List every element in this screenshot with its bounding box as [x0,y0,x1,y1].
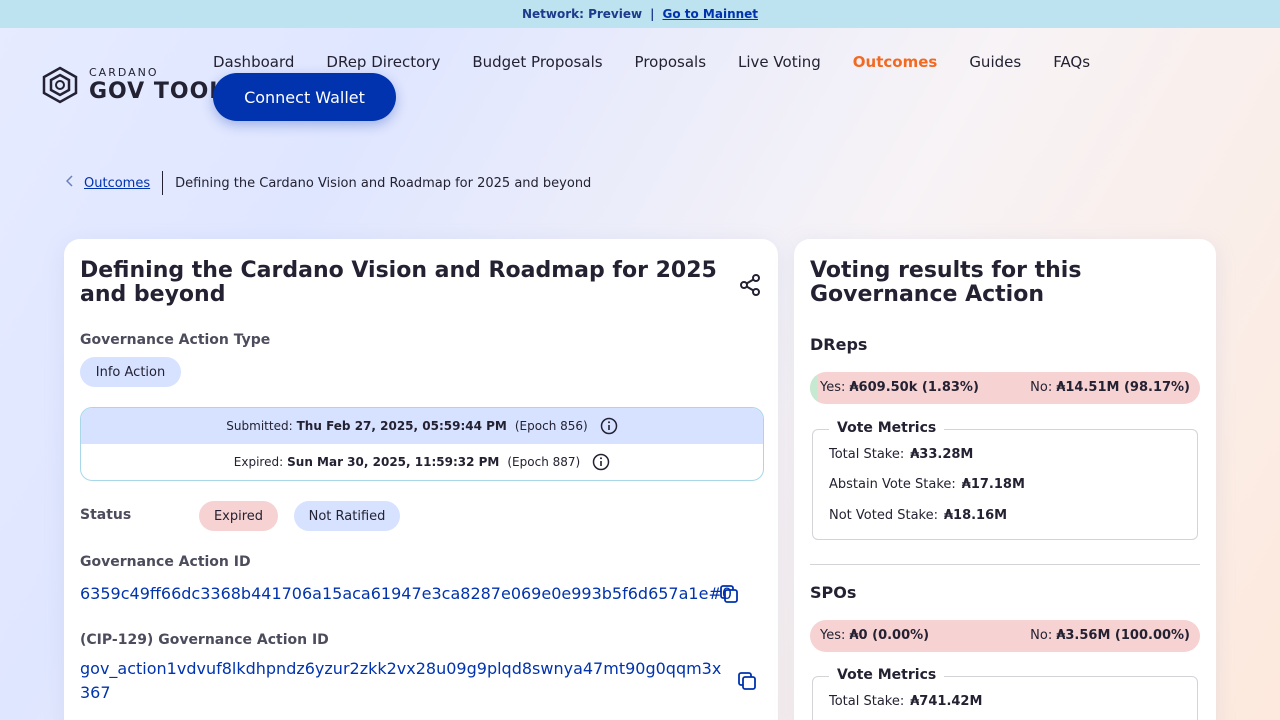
nav-item-dashboard[interactable]: Dashboard [213,52,294,72]
copy-icon[interactable] [737,671,757,691]
expired-label: Expired: [233,455,284,469]
spos-no-value: ₳3.56M (100.00%) [1056,628,1190,643]
spos-no-label: No: [1030,628,1053,643]
nav-item-faqs[interactable]: FAQs [1053,52,1090,72]
network-banner: Network: Preview | Go to Mainnet [0,0,1280,28]
expired-epoch: (Epoch 887) [507,455,581,469]
logo-big-text: GOV TOOL [89,79,225,104]
go-to-mainnet-link[interactable]: Go to Mainnet [662,7,758,21]
section-divider [810,564,1200,565]
page-title: Defining the Cardano Vision and Roadmap … [80,258,717,307]
dreps-vote-bar: Yes: ₳609.50k (1.83%) No: ₳14.51M (98.17… [810,372,1200,404]
network-label: Network: Preview [521,7,643,21]
status-badge-not-ratified: Not Ratified [294,501,400,531]
nav-item-live-voting[interactable]: Live Voting [738,52,821,72]
share-icon[interactable] [738,273,762,297]
breadcrumb-outcomes-link[interactable]: Outcomes [84,176,150,191]
dreps-no: No: ₳14.51M (98.17%) [1030,372,1190,404]
spos-total-stake: Total Stake: ₳741.42M [829,694,982,709]
expired-date: Sun Mar 30, 2025, 11:59:32 PM [287,455,500,469]
metric-label: Total Stake: [829,694,905,709]
cardano-hexagon-icon [42,66,78,104]
dreps-yes-fill [810,372,818,404]
spos-yes-label: Yes: [820,628,846,643]
spos-heading: SPOs [810,583,857,602]
submitted-date: Thu Feb 27, 2025, 05:59:44 PM [296,419,507,433]
chevron-left-icon[interactable] [65,175,74,191]
action-id-label: Governance Action ID [80,554,251,570]
action-type-badge: Info Action [80,357,181,387]
action-type-label: Governance Action Type [80,332,271,348]
logo-small-text: CARDANO [89,66,159,79]
main-nav: Dashboard DRep Directory Budget Proposal… [213,52,1122,72]
status-badge-expired: Expired [199,501,278,531]
copy-icon[interactable] [719,584,739,604]
voting-results-title: Voting results for this Governance Actio… [810,258,1082,307]
submitted-row: Submitted: Thu Feb 27, 2025, 05:59:44 PM… [81,408,763,444]
nav-item-drep-directory[interactable]: DRep Directory [326,52,440,72]
metric-value: ₳33.28M [910,447,974,462]
dreps-yes-label: Yes: [820,380,846,395]
breadcrumb-divider [162,171,164,195]
metric-value: ₳17.18M [961,477,1025,492]
metric-value: ₳18.16M [943,508,1008,523]
dreps-no-value: ₳14.51M (98.17%) [1056,380,1190,395]
metric-value: ₳741.42M [910,694,983,709]
breadcrumb-current: Defining the Cardano Vision and Roadmap … [175,175,592,191]
info-icon[interactable] [592,453,610,471]
spos-yes-value: ₳0 (0.00%) [849,628,930,643]
dates-box: Submitted: Thu Feb 27, 2025, 05:59:44 PM… [80,407,764,481]
dreps-yes: Yes: ₳609.50k (1.83%) [820,372,979,404]
info-icon[interactable] [600,417,618,435]
submitted-epoch: (Epoch 856) [514,419,588,433]
metric-label: Abstain Vote Stake: [829,477,956,492]
dreps-metrics-title: Vote Metrics [829,420,945,436]
nav-item-budget-proposals[interactable]: Budget Proposals [472,52,602,72]
breadcrumb: Outcomes Defining the Cardano Vision and… [65,171,592,195]
spos-yes: Yes: ₳0 (0.00%) [820,620,929,652]
status-label: Status [80,507,132,523]
dreps-abstain-stake: Abstain Vote Stake: ₳17.18M [829,477,1025,492]
dreps-vote-metrics: Vote Metrics Total Stake: ₳33.28M Abstain… [812,420,1198,540]
action-id-value: 6359c49ff66dc3368b441706a15aca61947e3ca8… [80,584,733,603]
expired-row: Expired: Sun Mar 30, 2025, 11:59:32 PM (… [81,444,763,480]
nav-item-guides[interactable]: Guides [969,52,1021,72]
cip129-id-label: (CIP-129) Governance Action ID [80,632,329,648]
metric-label: Total Stake: [829,447,905,462]
governance-action-details-card: Defining the Cardano Vision and Roadmap … [64,239,778,720]
banner-separator: | [650,7,655,21]
nav-item-outcomes[interactable]: Outcomes [853,52,938,72]
cip129-id-value: gov_action1vdvuf8lkdhpndz6yzur2zkk2vx28u… [80,659,722,702]
metric-label: Not Voted Stake: [829,508,938,523]
dreps-total-stake: Total Stake: ₳33.28M [829,447,973,462]
govtool-logo[interactable]: CARDANO GOV TOOL [40,66,224,104]
voting-results-card: Voting results for this Governance Actio… [794,239,1216,720]
dreps-heading: DReps [810,335,868,354]
submitted-label: Submitted: [226,419,293,433]
spos-vote-bar: Yes: ₳0 (0.00%) No: ₳3.56M (100.00%) [810,620,1200,652]
dreps-yes-value: ₳609.50k (1.83%) [849,380,979,395]
nav-item-proposals[interactable]: Proposals [635,52,706,72]
spos-no: No: ₳3.56M (100.00%) [1030,620,1190,652]
spos-metrics-title: Vote Metrics [829,667,945,683]
spos-vote-metrics: Vote Metrics Total Stake: ₳741.42M [812,667,1198,720]
dreps-not-voted-stake: Not Voted Stake: ₳18.16M [829,508,1007,523]
connect-wallet-button[interactable]: Connect Wallet [213,73,396,121]
dreps-no-label: No: [1030,380,1053,395]
